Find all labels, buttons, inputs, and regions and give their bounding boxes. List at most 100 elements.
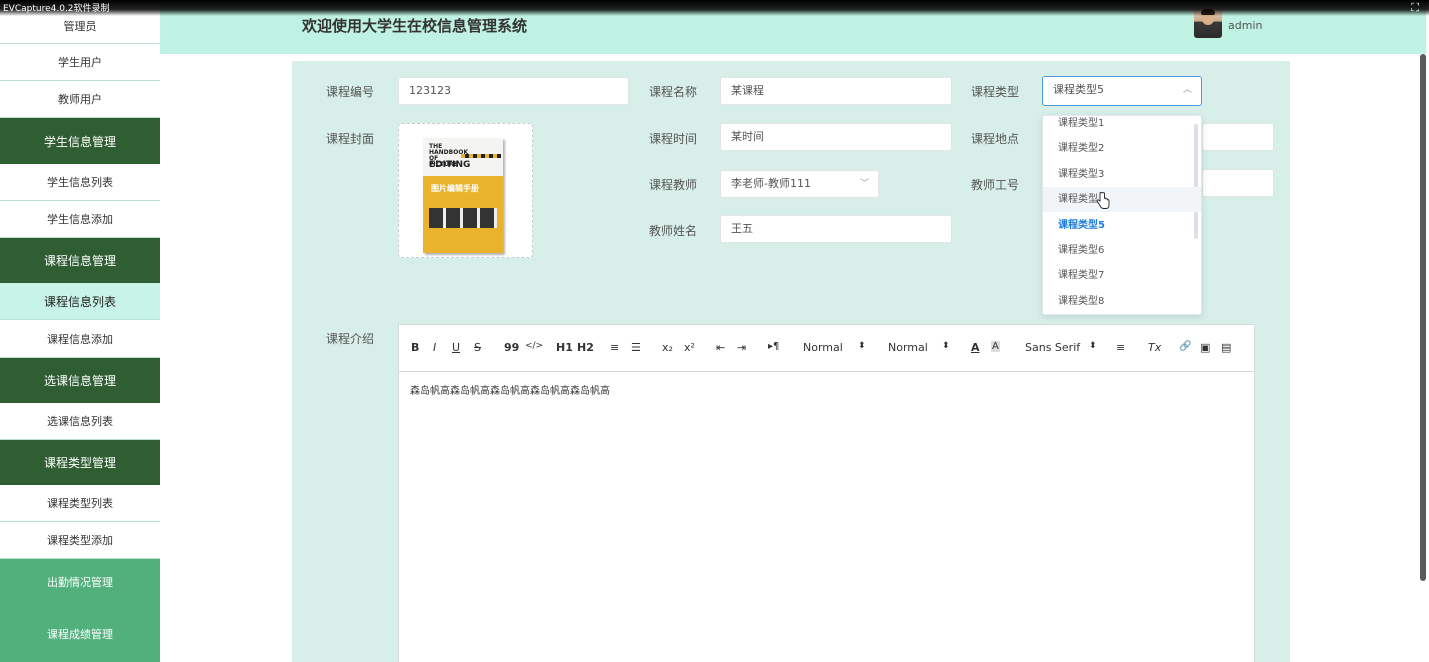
blockquote-button[interactable]: 99 xyxy=(504,341,519,354)
teacher-label: 课程教师 xyxy=(649,178,698,192)
sidebar-item[interactable]: 课程信息列表 xyxy=(0,283,160,320)
recorder-overlay xyxy=(0,0,1429,16)
course-place-label: 课程地点 xyxy=(971,132,1020,146)
sidebar-item[interactable]: 课程信息管理 xyxy=(0,238,160,283)
page-scrollbar[interactable] xyxy=(1420,54,1426,581)
dropdown-option[interactable]: 课程类型6 xyxy=(1043,238,1201,263)
sidebar: 管理员学生用户教师用户学生信息管理 学生信息列表 学生信息添加 课程信息管理 课程信息列… xyxy=(0,0,160,662)
course-place-input[interactable] xyxy=(1202,123,1274,151)
ordered-list-button[interactable]: ≡ xyxy=(610,341,619,354)
course-type-label: 课程类型 xyxy=(971,85,1020,99)
sidebar-item-label: 学生信息添加 xyxy=(47,213,113,226)
sidebar-item-label: 课程成绩管理 xyxy=(47,627,113,641)
sidebar-item-label: 教师用户 xyxy=(58,93,102,106)
sidebar-item-label: 课程信息添加 xyxy=(47,332,113,346)
sidebar-item[interactable]: 学生信息添加 xyxy=(0,201,160,238)
sidebar-item-label: 学生用户 xyxy=(58,56,102,69)
course-name-input[interactable]: 某课程 xyxy=(720,77,952,105)
sidebar-item[interactable]: 课程成绩管理 xyxy=(0,605,160,662)
book-stripe xyxy=(461,154,501,158)
bold-button[interactable]: B xyxy=(411,341,419,354)
recorder-label: EVCapture4.0.2软件录制 xyxy=(3,4,110,14)
sidebar-item-label: 课程信息管理 xyxy=(43,254,116,268)
header-select[interactable]: Normal xyxy=(888,341,928,354)
app-root: EVCapture4.0.2软件录制 ⛶ 管理员学生用户教师用户学生信息管理 学生… xyxy=(0,0,1429,662)
cover-upload[interactable]: THE HANDBOOK OF PICTURE EDITING 图片编辑手册 xyxy=(398,123,533,258)
course-type-select[interactable]: 课程类型5 ︿ xyxy=(1042,76,1202,106)
course-type-dropdown: 课程类型1 课程类型2 课程类型3 课程类型 课程类型5 课程类型6 课程类型7 课程类型8 xyxy=(1042,115,1202,315)
course-no-label: 课程编号 xyxy=(326,85,375,99)
teacher-no-input[interactable] xyxy=(1202,169,1274,197)
dropdown-option[interactable]: 课程类型8 xyxy=(1043,289,1201,314)
cover-label: 课程封面 xyxy=(326,132,375,146)
indent-button[interactable]: ⇥ xyxy=(737,341,746,354)
superscript-button[interactable]: x² xyxy=(684,341,695,354)
teacher-name-input[interactable]: 王五 xyxy=(720,215,952,243)
sidebar-item-label: 管理员 xyxy=(63,19,97,33)
cover-image: THE HANDBOOK OF PICTURE EDITING 图片编辑手册 xyxy=(423,138,503,253)
sidebar-item-label: 课程信息列表 xyxy=(43,294,116,309)
code-block-button[interactable]: </> xyxy=(525,341,543,351)
teacher-value: 李老师-教师111 xyxy=(731,177,811,190)
subscript-button[interactable]: x₂ xyxy=(662,341,673,354)
sidebar-item[interactable]: 教师用户 xyxy=(0,81,160,118)
dropdown-option[interactable]: 课程类型7 xyxy=(1043,263,1201,288)
font-select[interactable]: Sans Serif xyxy=(1025,341,1080,354)
sidebar-item-label: 课程类型添加 xyxy=(47,534,113,547)
editor-content[interactable]: 森岛帆高森岛帆高森岛帆高森岛帆高森岛帆高 xyxy=(410,382,610,397)
book-photos xyxy=(429,208,497,228)
strike-button[interactable]: S xyxy=(474,341,481,354)
video-button[interactable]: ▤ xyxy=(1221,341,1231,354)
dropdown-option[interactable]: 课程类型5 xyxy=(1043,213,1201,238)
book-title-cn: 图片编辑手册 xyxy=(431,184,479,193)
dropdown-option[interactable]: 课程类型1 xyxy=(1043,116,1201,136)
sidebar-item[interactable]: 学生用户 xyxy=(0,44,160,81)
sidebar-item-label: 学生信息列表 xyxy=(47,176,113,189)
bullet-list-button[interactable]: ☰ xyxy=(631,341,641,354)
course-type-value: 课程类型5 xyxy=(1053,83,1104,96)
background-color-button[interactable]: A xyxy=(991,341,1000,352)
sidebar-item-label: 课程类型列表 xyxy=(47,497,113,510)
sidebar-item-label: 出勤情况管理 xyxy=(47,576,113,589)
sidebar-item[interactable]: 课程类型列表 xyxy=(0,485,160,522)
sidebar-item[interactable]: 出勤情况管理 xyxy=(0,559,160,605)
size-select-arrow-icon: ⬍ xyxy=(858,341,866,351)
link-button[interactable]: 🔗 xyxy=(1179,341,1191,352)
italic-button[interactable]: I xyxy=(433,341,436,354)
h1-button[interactable]: H1 xyxy=(556,341,573,354)
fullscreen-icon[interactable]: ⛶ xyxy=(1411,1,1419,15)
underline-button[interactable]: U xyxy=(452,341,460,354)
sidebar-item-label: 课程类型管理 xyxy=(43,456,116,470)
rich-text-editor: B I U S 99 </> H1 H2 ≡ ☰ x₂ x² ⇤ ⇥ ▸¶ No… xyxy=(398,324,1255,662)
sidebar-item-label: 学生信息管理 xyxy=(43,134,116,149)
hand-cursor-icon xyxy=(1096,192,1110,209)
sidebar-item-label: 选课信息列表 xyxy=(47,415,113,428)
book-title-en-2: EDITING xyxy=(429,160,471,170)
course-no-input[interactable]: 123123 xyxy=(398,77,629,105)
sidebar-item[interactable]: 学生信息列表 xyxy=(0,164,160,201)
course-time-input[interactable]: 某时间 xyxy=(720,123,952,151)
direction-button[interactable]: ▸¶ xyxy=(768,341,779,352)
outdent-button[interactable]: ⇤ xyxy=(716,341,725,354)
sidebar-item[interactable]: 课程类型添加 xyxy=(0,522,160,559)
sidebar-item[interactable]: 课程类型管理 xyxy=(0,440,160,485)
font-select-arrow-icon: ⬍ xyxy=(1089,341,1097,351)
teacher-select[interactable]: 李老师-教师111 ﹀ xyxy=(720,170,879,198)
teacher-name-label: 教师姓名 xyxy=(649,224,698,238)
user-name[interactable]: admin xyxy=(1228,19,1262,32)
align-button[interactable]: ≡ xyxy=(1116,341,1125,354)
dropdown-option[interactable]: 课程类型2 xyxy=(1043,136,1201,161)
sidebar-item[interactable]: 选课信息管理 xyxy=(0,358,160,403)
text-color-button[interactable]: A xyxy=(971,341,980,354)
dropdown-option[interactable]: 课程类型 xyxy=(1043,187,1201,213)
sidebar-item[interactable]: 选课信息列表 xyxy=(0,403,160,440)
dropdown-option[interactable]: 课程类型3 xyxy=(1043,162,1201,187)
intro-label: 课程介绍 xyxy=(326,332,375,346)
sidebar-item[interactable]: 课程信息添加 xyxy=(0,320,160,358)
image-button[interactable]: ▣ xyxy=(1200,341,1210,354)
size-select[interactable]: Normal xyxy=(803,341,843,354)
sidebar-item[interactable]: 学生信息管理 xyxy=(0,118,160,164)
h2-button[interactable]: H2 xyxy=(577,341,594,354)
chevron-down-icon: ﹀ xyxy=(859,179,869,189)
clean-format-button[interactable]: Tx xyxy=(1148,341,1161,354)
